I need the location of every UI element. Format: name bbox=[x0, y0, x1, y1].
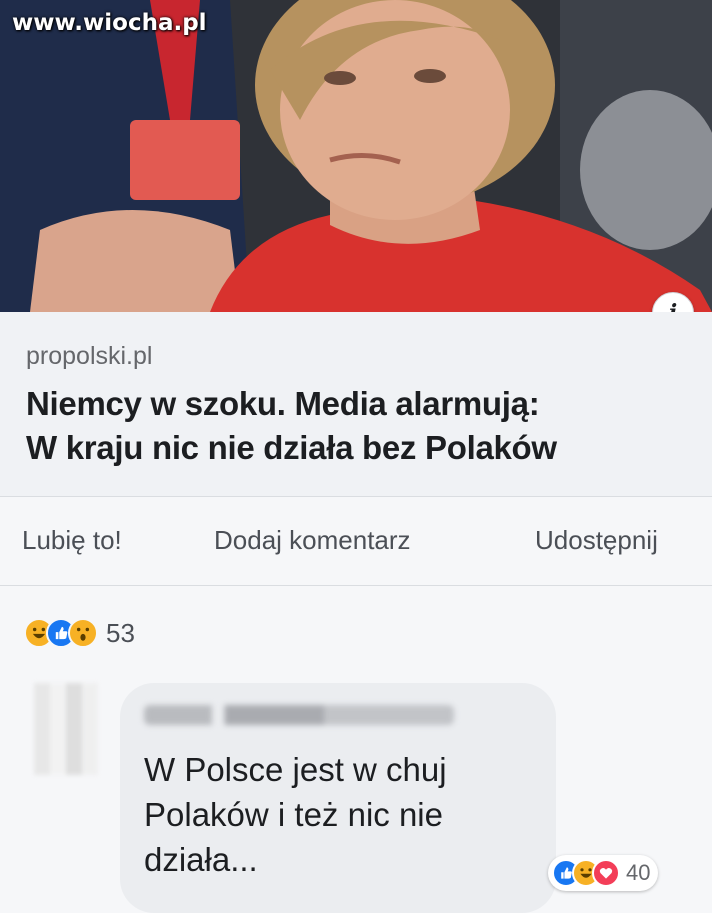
post-actions-bar: Lubię to! Dodaj komentarz Udostępnij bbox=[0, 497, 712, 585]
wow-icon bbox=[68, 618, 98, 648]
love-icon bbox=[592, 859, 620, 887]
post-reactions-summary[interactable]: 53 bbox=[24, 616, 135, 650]
link-domain: propolski.pl bbox=[26, 342, 153, 370]
reaction-count: 53 bbox=[106, 617, 135, 648]
link-headline[interactable]: Niemcy w szoku. Media alarmują: W kraju … bbox=[26, 382, 696, 470]
photo-illustration bbox=[0, 0, 712, 312]
avatar[interactable] bbox=[34, 683, 98, 775]
comment-text-line-2: Polaków i też nic nie bbox=[144, 796, 443, 833]
comment-text-line-3: działa... bbox=[144, 841, 258, 878]
comment-button[interactable]: Dodaj komentarz bbox=[214, 525, 411, 556]
headline-line-1: Niemcy w szoku. Media alarmują: bbox=[26, 385, 540, 422]
share-button[interactable]: Udostępnij bbox=[535, 525, 658, 556]
article-photo[interactable]: www.wiocha.pl bbox=[0, 0, 712, 312]
like-button[interactable]: Lubię to! bbox=[22, 525, 122, 556]
comment-author-name[interactable] bbox=[144, 705, 454, 725]
watermark: www.wiocha.pl bbox=[12, 10, 207, 36]
link-preview-card[interactable]: propolski.pl Niemcy w szoku. Media alarm… bbox=[0, 312, 712, 496]
comment-bubble: W Polsce jest w chuj Polaków i też nic n… bbox=[120, 683, 556, 913]
comment-text: W Polsce jest w chuj Polaków i też nic n… bbox=[144, 747, 544, 882]
headline-line-2: W kraju nic nie działa bez Polaków bbox=[26, 429, 557, 466]
comment-text-line-1: W Polsce jest w chuj bbox=[144, 751, 447, 788]
comment-reactions[interactable]: 40 bbox=[548, 855, 659, 891]
comment-reaction-count: 40 bbox=[626, 860, 651, 885]
divider bbox=[0, 585, 712, 586]
